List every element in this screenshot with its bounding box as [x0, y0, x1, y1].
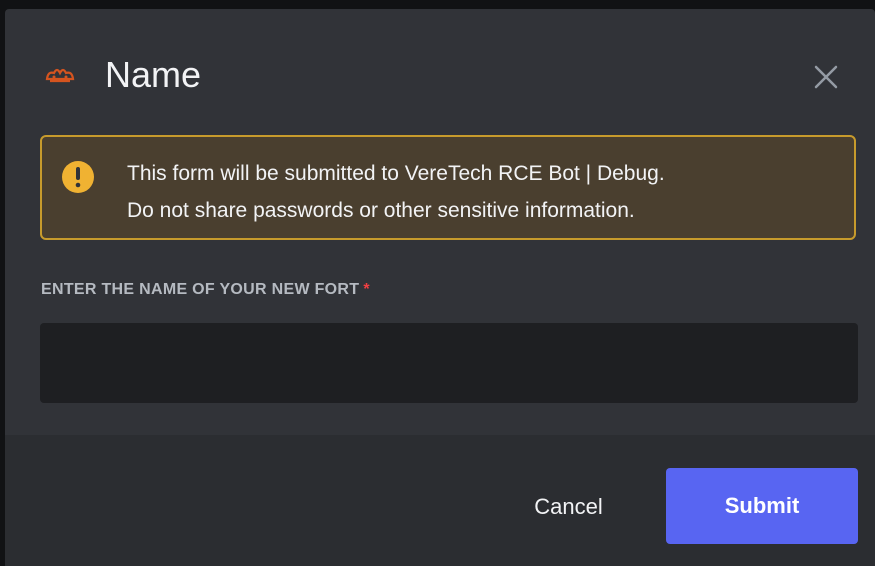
required-marker: * [363, 281, 370, 298]
notice-text: This form will be submitted to VereTech … [127, 155, 834, 229]
warning-notice: This form will be submitted to VereTech … [40, 135, 856, 240]
field-label: ENTER THE NAME OF YOUR NEW FORT * [41, 281, 370, 299]
notice-line-2: Do not share passwords or other sensitiv… [127, 199, 635, 222]
field-label-text: ENTER THE NAME OF YOUR NEW FORT [41, 281, 360, 298]
exclamation-icon [62, 161, 94, 193]
app-frame: Name This form will be submitted to Vere… [0, 0, 875, 566]
close-icon[interactable] [808, 59, 844, 95]
modal-dialog: Name This form will be submitted to Vere… [5, 9, 875, 566]
notice-line-1: This form will be submitted to VereTech … [127, 162, 665, 185]
submit-button[interactable]: Submit [666, 468, 858, 544]
modal-footer: Cancel Submit [5, 435, 875, 566]
modal-title: Name [105, 54, 202, 95]
bot-avatar-icon [45, 68, 75, 83]
fort-name-input[interactable] [40, 323, 858, 403]
modal-header: Name [5, 9, 875, 129]
cancel-button[interactable]: Cancel [501, 479, 636, 535]
